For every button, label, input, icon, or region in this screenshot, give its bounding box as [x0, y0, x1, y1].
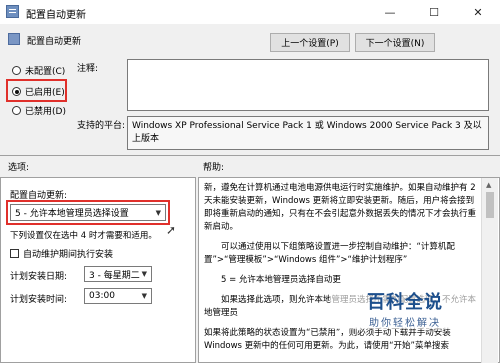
checkbox-label: 自动维护期间执行安装: [23, 250, 114, 260]
minimize-icon: —: [384, 5, 396, 19]
comment-field[interactable]: [127, 59, 489, 111]
help-paragraph: 可以通过使用以下组策略设置进一步控制自动维护：“计算机配置”>“管理模板”>“W…: [204, 242, 455, 265]
checkbox-box: [10, 249, 19, 258]
dropdown-value: 03:00: [89, 291, 115, 301]
watermark-main: 百科全说: [367, 292, 443, 313]
chevron-down-icon: ▼: [141, 270, 147, 278]
setting-title: 配置自动更新: [27, 37, 82, 47]
watermark-logo: 百科全说 助你轻松解决: [330, 288, 480, 329]
help-paragraph: 新，遵免在计算机通过电池电源供电运行时实施维护。如果自动维护有 2 天未能安装更…: [204, 183, 477, 232]
radio-not-configured[interactable]: 未配置(C): [12, 64, 65, 77]
radio-enabled[interactable]: 已启用(E): [12, 85, 65, 98]
maintenance-install-checkbox[interactable]: 自动维护期间执行安装: [10, 247, 113, 260]
maximize-icon: ☐: [429, 5, 439, 19]
radio-label: 已禁用(D): [25, 107, 66, 117]
prev-setting-button[interactable]: 上一个设置(P): [270, 33, 350, 52]
watermark-sub: 助你轻松解决: [369, 318, 441, 329]
help-paragraph: 如果将此策略的状态设置为“已禁用”，则必须手动下载并手动安装 Windows 更…: [204, 328, 451, 351]
radio-label: 已启用(E): [25, 88, 65, 98]
title-bar: 配置自动更新 — ☐ ✕: [0, 0, 500, 24]
help-paragraph: 5 = 允许本地管理员选择自动更: [221, 275, 341, 285]
close-button[interactable]: ✕: [456, 0, 500, 24]
radio-label: 未配置(C): [25, 67, 66, 77]
next-setting-button[interactable]: 下一个设置(N): [355, 33, 435, 52]
radio-circle: [12, 87, 21, 96]
scrollbar-thumb[interactable]: [486, 192, 494, 218]
chevron-down-icon: ▼: [141, 292, 147, 300]
scroll-up-icon[interactable]: ▲: [486, 181, 491, 189]
supported-platforms-label: 支持的平台:: [77, 121, 126, 131]
help-text: 新，遵免在计算机通过电池电源供电运行时实施维护。如果自动维护有 2 天未能安装更…: [204, 182, 478, 363]
options-section-label: 选项:: [8, 163, 30, 173]
chevron-down-icon: ▼: [155, 208, 161, 217]
policy-window-icon: [6, 5, 19, 18]
dropdown-value: 5 - 允许本地管理员选择设置: [15, 209, 129, 219]
window-title: 配置自动更新: [26, 10, 86, 21]
dropdown-value: 3 - 每星期二: [89, 270, 140, 281]
schedule-time-label: 计划安装时间:: [10, 295, 68, 305]
options-note: 下列设置仅在选中 4 时才需要和适用。: [10, 231, 157, 241]
schedule-time-dropdown[interactable]: 03:00 ▼: [84, 288, 152, 304]
configure-updates-dropdown[interactable]: 5 - 允许本地管理员选择设置 ▼: [10, 204, 166, 221]
maximize-button[interactable]: ☐: [412, 0, 456, 24]
close-icon: ✕: [473, 5, 483, 19]
help-section-label: 帮助:: [203, 163, 225, 173]
radio-circle: [12, 106, 21, 115]
supported-platforms-value: Windows XP Professional Service Pack 1 或…: [127, 116, 489, 150]
help-scrollbar[interactable]: ▲: [481, 178, 498, 363]
section-divider: [0, 155, 500, 156]
comment-label: 注释:: [77, 64, 99, 74]
schedule-day-dropdown[interactable]: 3 - 每星期二 ▼: [84, 266, 152, 282]
mouse-cursor-icon: ➚: [166, 223, 177, 237]
setting-icon: [8, 33, 20, 45]
radio-circle: [12, 66, 21, 75]
schedule-day-label: 计划安装日期:: [10, 272, 68, 282]
minimize-button[interactable]: —: [368, 0, 412, 24]
radio-disabled[interactable]: 已禁用(D): [12, 104, 66, 117]
